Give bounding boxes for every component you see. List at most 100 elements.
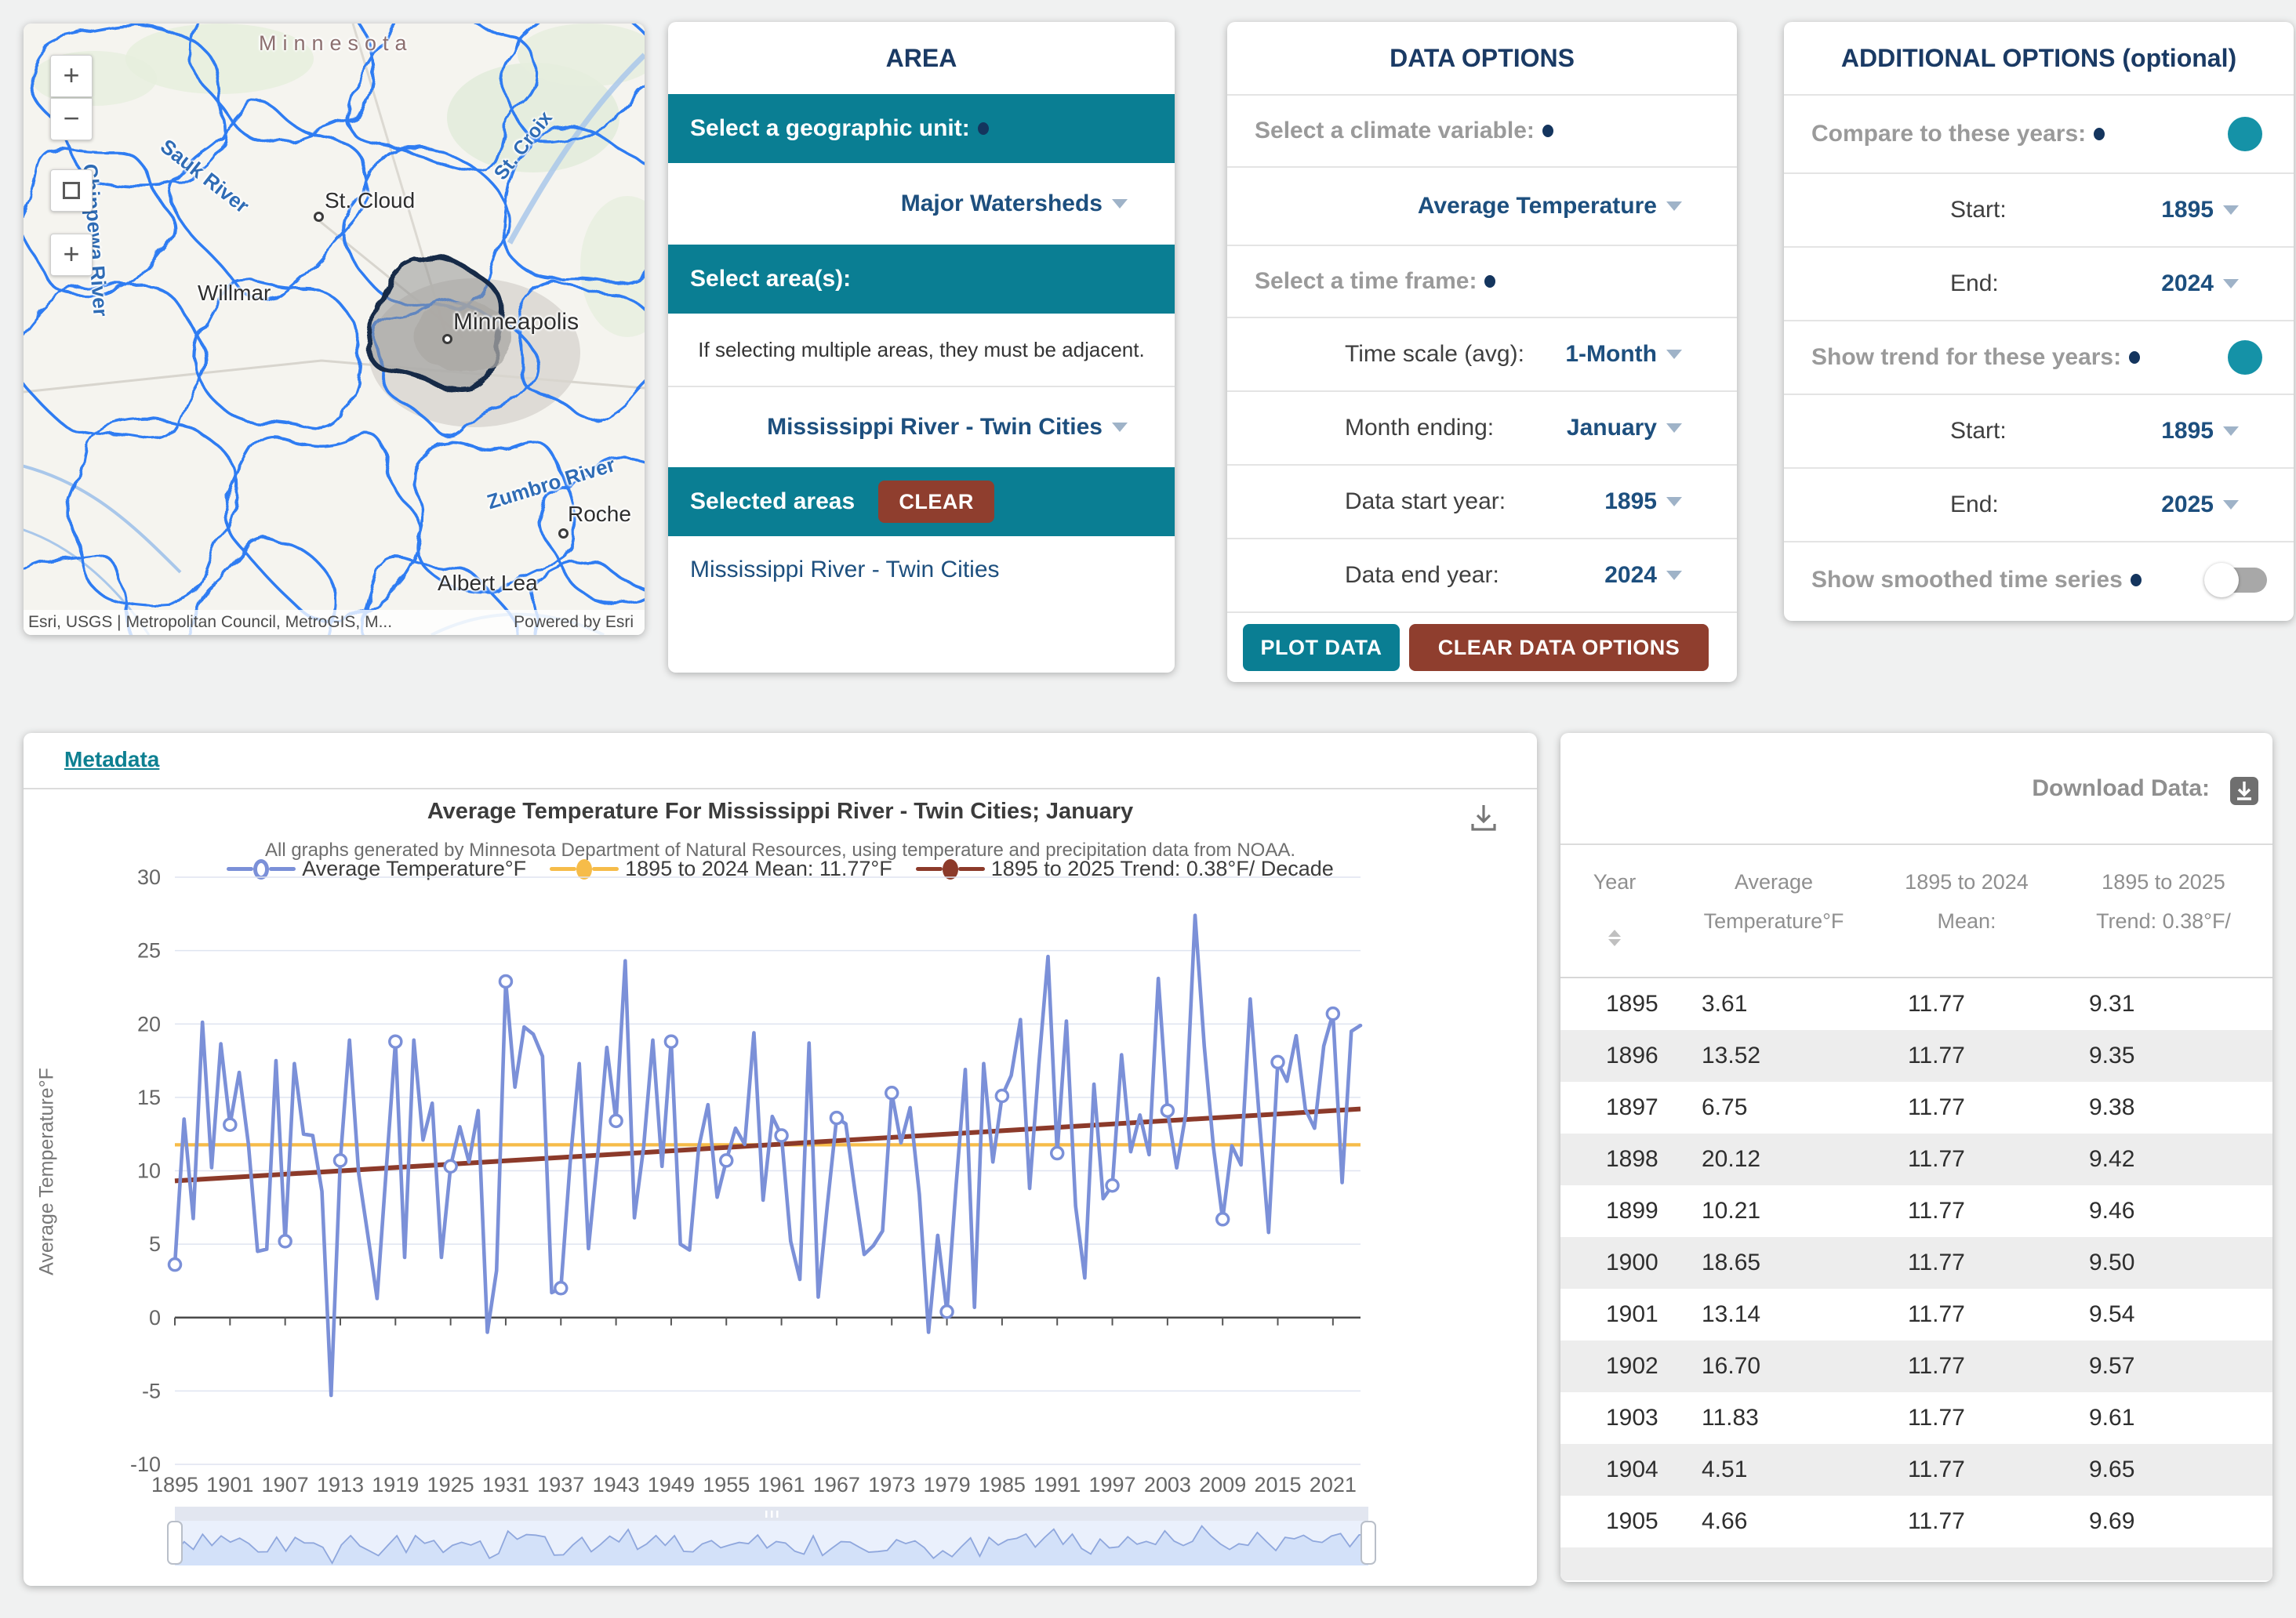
y-tick-label: 10 — [137, 1159, 161, 1183]
column-header-line2[interactable]: Temperature°F — [1704, 909, 1844, 934]
info-dot-icon[interactable] — [2131, 574, 2142, 586]
navigator-right-handle[interactable] — [1361, 1522, 1375, 1564]
avg-temp-cell: 18.65 — [1702, 1250, 1760, 1276]
area-panel: AREA Select a geographic unit: Major Wat… — [668, 22, 1175, 673]
show-trend-toggle[interactable] — [2228, 340, 2262, 375]
clear-areas-button[interactable]: CLEAR — [878, 481, 994, 523]
table-header[interactable]: Year Average Temperature°F 1895 to 2024 Mean… — [1560, 845, 2272, 978]
map-panel[interactable]: Minnesota Sauk River Chippewa River St. … — [24, 24, 645, 635]
info-dot-icon[interactable] — [1542, 125, 1553, 137]
info-dot-icon[interactable] — [2129, 351, 2140, 364]
column-header[interactable]: 1895 to 2024 — [1905, 870, 2029, 894]
sort-icon[interactable] — [1608, 930, 1621, 946]
navigator-grip-icon[interactable] — [765, 1511, 768, 1518]
data-point-marker[interactable] — [721, 1155, 732, 1166]
show-trend-row: Show trend for these years: — [1784, 320, 2294, 394]
trend-cell: 9.50 — [2089, 1250, 2134, 1276]
data-point-marker[interactable] — [941, 1306, 953, 1318]
temperature-series-line[interactable] — [175, 916, 1361, 1395]
table-row: 18953.6111.779.31 — [1560, 978, 2272, 1030]
x-tick-label: 1919 — [372, 1473, 419, 1496]
data-point-marker[interactable] — [776, 1130, 787, 1141]
time-scale-dropdown[interactable]: 1-Month — [1565, 341, 1682, 368]
compare-years-toggle[interactable] — [2228, 117, 2262, 151]
chevron-down-icon — [2223, 500, 2239, 510]
climate-variable-label: Select a climate variable: — [1255, 118, 1535, 144]
download-data-icon[interactable] — [2229, 771, 2260, 807]
column-header-line2[interactable]: Trend: 0.38°F/ — [2096, 909, 2231, 934]
data-point-marker[interactable] — [500, 975, 511, 987]
data-start-year-dropdown[interactable]: 1895 — [1604, 488, 1682, 515]
data-point-marker[interactable] — [334, 1155, 346, 1166]
info-dot-icon[interactable] — [2094, 128, 2105, 140]
trend-start-dropdown[interactable]: 1895 — [2161, 418, 2239, 444]
mean-cell: 11.77 — [1908, 991, 1965, 1018]
chevron-down-icon — [1666, 350, 1682, 359]
area-panel-title: AREA — [668, 22, 1175, 94]
climate-variable-value[interactable]: Average Temperature — [1418, 193, 1657, 219]
data-point-marker[interactable] — [390, 1036, 401, 1047]
data-point-marker[interactable] — [555, 1282, 567, 1294]
trend-cell: 9.46 — [2089, 1198, 2134, 1224]
select-areas-header: Select area(s): — [668, 245, 1175, 314]
smoothed-row: Show smoothed time series — [1784, 541, 2294, 618]
data-point-marker[interactable] — [224, 1119, 236, 1130]
data-point-marker[interactable] — [996, 1090, 1008, 1102]
data-end-year-dropdown[interactable]: 2024 — [1604, 562, 1682, 589]
data-point-marker[interactable] — [279, 1235, 291, 1247]
data-point-marker[interactable] — [445, 1160, 456, 1172]
data-point-marker[interactable] — [169, 1259, 181, 1271]
zoom-in-button[interactable]: + — [50, 55, 93, 97]
chevron-down-icon — [2223, 426, 2239, 436]
column-header-line2[interactable]: Mean: — [1937, 909, 1996, 934]
locate-button[interactable]: + — [50, 234, 93, 276]
climate-variable-dropdown[interactable]: Average Temperature — [1227, 166, 1737, 245]
geo-unit-dropdown[interactable]: Major Watersheds — [668, 163, 1175, 245]
zoom-out-button[interactable]: − — [50, 98, 93, 140]
info-dot-icon[interactable] — [978, 122, 989, 135]
info-dot-icon[interactable] — [1484, 275, 1495, 288]
month-ending-dropdown[interactable]: January — [1567, 415, 1682, 441]
clear-data-options-button[interactable]: CLEAR DATA OPTIONS — [1409, 624, 1709, 671]
navigator-grip-icon[interactable] — [776, 1511, 779, 1518]
data-table-panel: Download Data: YearAverageTemperature°F1… — [1560, 733, 2272, 1582]
column-header[interactable]: Average — [1735, 870, 1813, 894]
avg-temp-cell: 4.51 — [1702, 1457, 1747, 1483]
data-point-marker[interactable] — [665, 1036, 677, 1047]
additional-options-panel: ADDITIONAL OPTIONS (optional) Compare to… — [1784, 22, 2294, 621]
data-point-marker[interactable] — [1106, 1180, 1118, 1192]
data-point-marker[interactable] — [886, 1087, 898, 1099]
column-header[interactable]: 1895 to 2025 — [2102, 870, 2225, 894]
data-point-marker[interactable] — [1217, 1214, 1229, 1225]
data-point-marker[interactable] — [1161, 1105, 1173, 1116]
navigator-left-handle[interactable] — [168, 1522, 182, 1564]
x-tick-label: 1907 — [262, 1473, 309, 1496]
trend-end-dropdown[interactable]: 2025 — [2161, 492, 2239, 518]
trend-cell: 9.31 — [2089, 991, 2134, 1018]
trend-start-label: Start: — [1950, 418, 2007, 444]
plot-data-button[interactable]: PLOT DATA — [1243, 624, 1400, 671]
data-point-marker[interactable] — [1052, 1148, 1063, 1159]
mean-cell: 11.77 — [1908, 1043, 1965, 1069]
chart-panel: Metadata Average Temperature For Mississ… — [24, 733, 1537, 1586]
time-scale-label: Time scale (avg): — [1345, 341, 1524, 368]
smoothed-toggle[interactable] — [2209, 568, 2267, 593]
temperature-chart[interactable]: -10-505101520253018951901190719131919192… — [24, 733, 1537, 1586]
state-label: Minnesota — [259, 31, 413, 56]
table-row: 190311.8311.779.61 — [1560, 1392, 2272, 1444]
data-point-marker[interactable] — [1327, 1008, 1339, 1020]
x-tick-label: 1937 — [537, 1473, 584, 1496]
geo-unit-value[interactable]: Major Watersheds — [901, 190, 1103, 217]
navigator-grip-icon[interactable] — [771, 1511, 773, 1518]
compare-years-row: Compare to these years: — [1784, 94, 2294, 172]
compare-start-dropdown[interactable]: 1895 — [2161, 197, 2239, 223]
compare-end-dropdown[interactable]: 2024 — [2161, 270, 2239, 297]
x-tick-label: 2009 — [1199, 1473, 1246, 1496]
column-header[interactable]: Year — [1593, 870, 1637, 894]
data-point-marker[interactable] — [830, 1112, 842, 1124]
extent-button[interactable] — [50, 169, 93, 212]
area-dropdown[interactable]: Mississippi River - Twin Cities — [668, 386, 1175, 467]
area-dropdown-value[interactable]: Mississippi River - Twin Cities — [767, 414, 1103, 441]
data-point-marker[interactable] — [610, 1115, 622, 1126]
data-point-marker[interactable] — [1272, 1056, 1284, 1068]
